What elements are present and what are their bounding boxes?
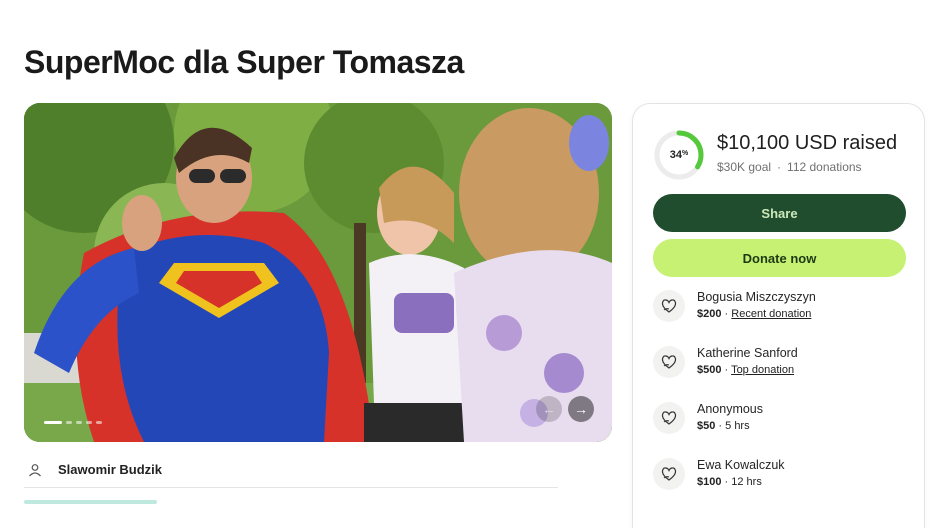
donor-name: Katherine Sanford (697, 346, 798, 360)
donate-now-button[interactable]: Donate now (653, 239, 906, 277)
donation-amount: $200 (697, 308, 722, 320)
heart-hand-icon (653, 346, 685, 378)
separator-dot: · (777, 160, 782, 174)
donation-item: Ewa Kowalczuk $100 · 12 hrs (653, 457, 913, 497)
carousel-next-button[interactable]: → (568, 396, 594, 422)
donation-time: 12 hrs (731, 476, 762, 488)
organizer-name[interactable]: Slawomir Budzik (58, 462, 162, 477)
donor-name: Ewa Kowalczuk (697, 458, 785, 472)
campaign-title: SuperMoc dla Super Tomasza (24, 44, 464, 80)
heart-hand-icon (653, 402, 685, 434)
donation-item: Bogusia Miszczyszyn $200 · Recent donati… (653, 289, 913, 329)
carousel-dot[interactable] (76, 421, 82, 424)
carousel-dot[interactable] (66, 421, 72, 424)
share-button[interactable]: Share (653, 194, 906, 232)
donation-count: 112 donations (787, 160, 862, 174)
heart-hand-icon (653, 290, 685, 322)
progress-percent-number: 34 (669, 149, 682, 161)
top-donation-link[interactable]: Top donation (731, 364, 794, 376)
recent-donation-link[interactable]: Recent donation (731, 308, 811, 320)
person-icon (26, 461, 44, 479)
donor-name: Anonymous (697, 402, 764, 416)
goal-amount: $30K goal (717, 160, 772, 174)
separator-dot: · (721, 476, 732, 488)
campaign-hero-image[interactable]: ← → (24, 103, 612, 442)
donation-item: Katherine Sanford $500 · Top donation (653, 345, 913, 385)
carousel-indicator[interactable] (44, 421, 102, 424)
carousel-dot[interactable] (86, 421, 92, 424)
progress-percent-sign: % (682, 150, 689, 157)
carousel-dot[interactable] (96, 421, 102, 424)
donation-amount: $50 (697, 420, 716, 432)
amount-raised: $10,100 USD raised (717, 132, 898, 154)
section-divider (24, 500, 157, 504)
carousel-prev-button[interactable]: ← (536, 396, 562, 422)
carousel-dot-active[interactable] (44, 421, 62, 424)
progress-percent: 34% (653, 129, 705, 181)
arrow-left-icon: ← (542, 401, 556, 417)
organizer-row[interactable]: Slawomir Budzik (24, 452, 558, 488)
donation-card: 34% $10,100 USD raised $30K goal · 112 don… (632, 103, 925, 528)
donation-amount: $500 (697, 364, 722, 376)
donation-time: 5 hrs (725, 420, 750, 432)
donation-amount: $100 (697, 476, 722, 488)
heart-hand-icon (653, 458, 685, 490)
arrow-right-icon: → (574, 401, 588, 417)
donation-item: Anonymous $50 · 5 hrs (653, 401, 913, 441)
separator-dot: · (715, 420, 726, 432)
donor-name: Bogusia Miszczyszyn (697, 290, 816, 304)
hero-photo (24, 103, 612, 442)
separator-dot: · (721, 308, 732, 320)
goal-summary: $30K goal · 112 donations (717, 160, 862, 174)
separator-dot: · (721, 364, 732, 376)
